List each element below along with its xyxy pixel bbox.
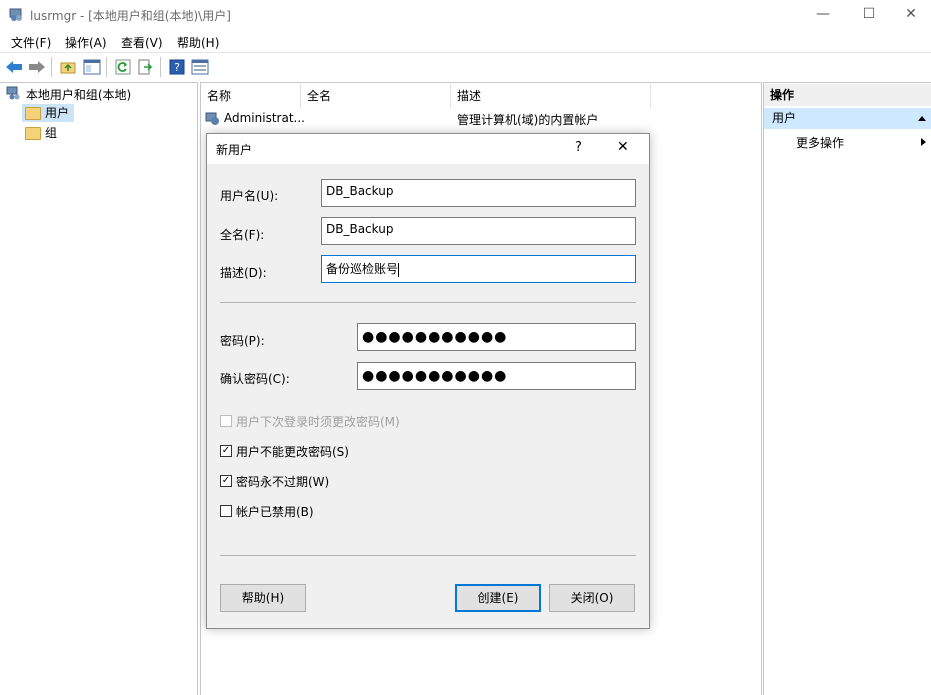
help-icon[interactable]: ?: [167, 57, 187, 77]
close-button[interactable]: 关闭(O): [549, 584, 635, 612]
confirm-password-label: 确认密码(C):: [220, 372, 290, 386]
dialog-title-bar: 新用户 ? ✕: [207, 134, 649, 164]
actions-title: 操作: [764, 84, 931, 106]
column-header-fullname[interactable]: 全名: [301, 84, 451, 108]
tree-item-groups[interactable]: 组: [22, 124, 57, 142]
separator: [220, 302, 636, 303]
forward-icon[interactable]: [27, 57, 47, 77]
dialog-close-button[interactable]: ✕: [617, 139, 629, 155]
tree-item-users[interactable]: 用户: [22, 104, 74, 122]
svg-text:?: ?: [174, 61, 180, 74]
fullname-input[interactable]: DB_Backup: [321, 217, 636, 245]
checkbox-box-checked: ✓: [220, 445, 232, 457]
actions-pane: [763, 82, 931, 695]
menu-view[interactable]: 查看(V): [121, 34, 163, 51]
menu-bar: 文件(F) 操作(A) 查看(V) 帮助(H): [0, 30, 931, 52]
separator: [220, 555, 636, 556]
confirm-password-mask: ●●●●●●●●●●●: [362, 368, 508, 384]
row-description: 管理计算机(域)的内置帐户: [457, 113, 599, 127]
dialog-help-button[interactable]: ?: [575, 140, 582, 155]
tree-root[interactable]: 本地用户和组(本地): [6, 86, 131, 103]
up-folder-icon[interactable]: [58, 57, 78, 77]
user-icon: [205, 111, 221, 130]
description-label: 描述(D):: [220, 266, 267, 280]
tree-pane: [0, 82, 198, 695]
back-icon[interactable]: [4, 57, 24, 77]
menu-help[interactable]: 帮助(H): [177, 34, 219, 51]
password-mask: ●●●●●●●●●●●: [362, 329, 508, 345]
folder-icon: [25, 107, 41, 120]
menu-file[interactable]: 文件(F): [11, 34, 51, 51]
description-input[interactable]: 备份巡检账号: [321, 255, 636, 283]
more-actions-label: 更多操作: [796, 136, 845, 150]
toolbar: ?: [0, 52, 931, 81]
folder-icon: [25, 127, 41, 140]
computer-users-icon: [6, 86, 22, 103]
maximize-button[interactable]: ☐: [846, 0, 892, 30]
checkbox-label: 帐户已禁用(B): [236, 505, 314, 519]
username-label: 用户名(U):: [220, 189, 279, 203]
username-input[interactable]: DB_Backup: [321, 179, 636, 207]
create-button[interactable]: 创建(E): [455, 584, 541, 612]
tree-item-label: 用户: [45, 106, 70, 120]
toolbar-separator: [106, 57, 107, 77]
checkbox-box: [220, 415, 232, 427]
tree-item-label: 组: [45, 126, 58, 140]
table-row[interactable]: Administrat... 管理计算机(域)的内置帐户: [205, 110, 655, 128]
minimize-button[interactable]: —: [800, 0, 846, 30]
window-title: lusrmgr - [本地用户和组(本地)\用户]: [30, 9, 231, 23]
menu-action[interactable]: 操作(A): [65, 34, 107, 51]
show-hide-tree-icon[interactable]: [82, 57, 102, 77]
toolbar-separator: [160, 57, 161, 77]
password-input[interactable]: ●●●●●●●●●●●: [357, 323, 636, 351]
confirm-password-input[interactable]: ●●●●●●●●●●●: [357, 362, 636, 390]
checkbox-label: 用户不能更改密码(S): [236, 445, 349, 459]
checkbox-label: 用户下次登录时须更改密码(M): [236, 415, 400, 429]
app-icon: [8, 6, 24, 22]
column-header-description[interactable]: 描述: [451, 84, 651, 108]
password-label: 密码(P):: [220, 334, 265, 348]
tree-root-label: 本地用户和组(本地): [25, 88, 132, 102]
row-name: Administrat...: [224, 111, 305, 125]
description-value: 备份巡检账号: [326, 262, 399, 276]
help-button[interactable]: 帮助(H): [220, 584, 306, 612]
title-bar: lusrmgr - [本地用户和组(本地)\用户] — ☐ ✕: [0, 0, 931, 30]
actions-section-users[interactable]: 用户: [764, 108, 931, 129]
checkbox-box: [220, 505, 232, 517]
checkbox-label: 密码永不过期(W): [236, 475, 330, 489]
refresh-icon[interactable]: [113, 57, 133, 77]
close-window-button[interactable]: ✕: [891, 0, 931, 30]
export-list-icon[interactable]: [136, 57, 156, 77]
fullname-label: 全名(F):: [220, 228, 265, 242]
new-user-dialog: 新用户 ? ✕ 用户名(U): DB_Backup 全名(F): DB_Back…: [206, 133, 650, 629]
chevron-right-icon: [919, 132, 927, 155]
toolbar-separator: [51, 57, 52, 77]
dialog-title: 新用户: [216, 143, 253, 157]
more-actions-item[interactable]: 更多操作: [764, 132, 931, 152]
checkbox-box-checked: ✓: [220, 475, 232, 487]
text-cursor: [398, 262, 400, 277]
column-header-name[interactable]: 名称: [201, 84, 301, 108]
properties-icon[interactable]: [190, 57, 210, 77]
actions-section-label: 用户: [772, 111, 797, 125]
